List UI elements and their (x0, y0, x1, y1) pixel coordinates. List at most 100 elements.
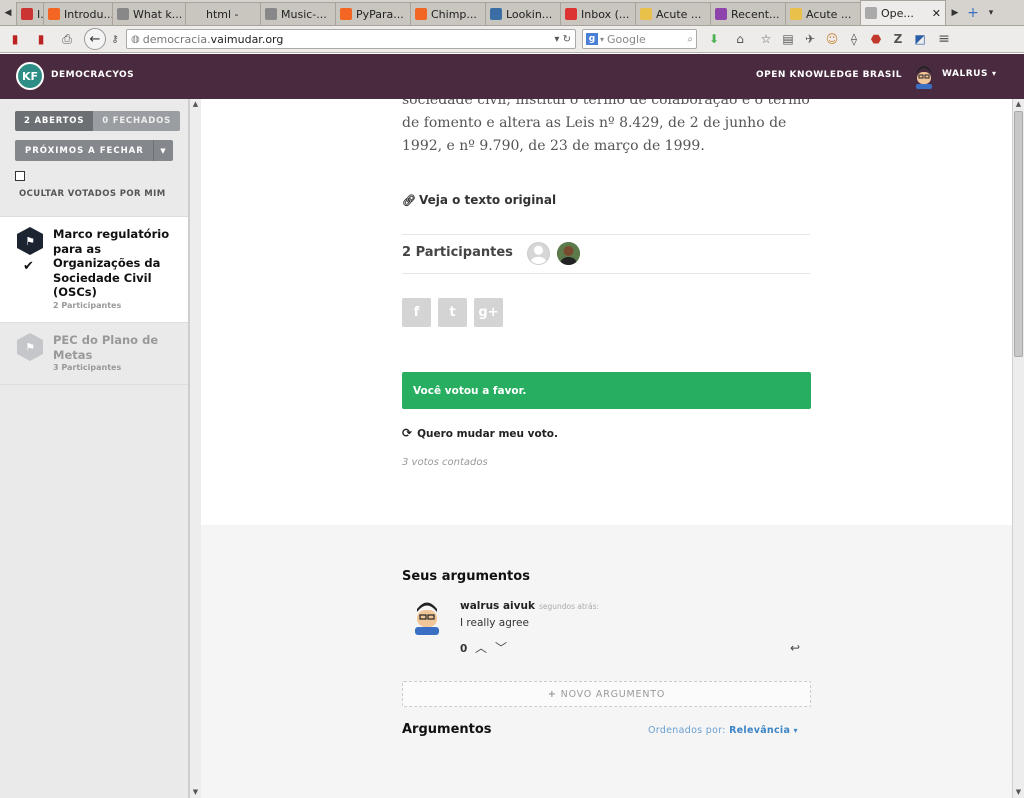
topic-title: PEC do Plano de Metas (53, 333, 159, 362)
scroll-up-icon[interactable]: ▲ (190, 99, 201, 110)
menu-icon[interactable]: ≡ (933, 28, 955, 50)
browser-tab[interactable]: Chimp... (410, 2, 486, 25)
filter-tabs: 2 ABERTOS 0 FECHADOS (15, 111, 181, 131)
gplus-icon: g+ (478, 305, 499, 320)
divider (402, 273, 810, 274)
share-facebook-button[interactable]: f (402, 298, 431, 327)
globe-icon: ◍ (131, 33, 140, 45)
change-vote-link[interactable]: ⟳ Quero mudar meu voto. (402, 426, 558, 440)
tab-list-icon[interactable]: ▾ (983, 1, 999, 25)
extension-face-icon[interactable]: ☺ (821, 28, 843, 50)
tab-favicon-icon (715, 8, 727, 20)
zotero-icon[interactable]: Z (887, 28, 909, 50)
original-text-link[interactable]: 🔗︎ Veja o texto original (402, 193, 556, 207)
tab-label: Recent... (731, 7, 780, 21)
democracyos-logo-icon[interactable]: KF (16, 62, 44, 90)
extension-chart-icon[interactable]: ⟠ (843, 28, 865, 50)
new-argument-button[interactable]: + NOVO ARGUMENTO (402, 681, 811, 707)
participant-avatar-default[interactable] (527, 242, 550, 265)
extension-bird-icon[interactable]: ✈ (799, 28, 821, 50)
url-host: vaimudar.org (210, 32, 284, 46)
tab-close-icon[interactable]: ✕ (928, 7, 941, 20)
upvote-icon[interactable]: ︿ (475, 639, 487, 656)
magnifier-icon[interactable]: ⌕ (687, 34, 693, 45)
vote-status-banner: Você votou a favor. (402, 372, 811, 409)
tab-favicon-icon (117, 8, 129, 20)
sort-dropdown[interactable]: Ordenados por: Relevância ▾ (648, 725, 798, 736)
hide-voted-checkbox[interactable] (15, 171, 25, 181)
browser-tab[interactable]: I... (16, 2, 44, 25)
participant-avatar-photo[interactable] (557, 242, 580, 265)
topic-title: Marco regulatório para as Organizações d… (53, 227, 170, 299)
bookmark-red-icon[interactable]: ▮ (4, 28, 26, 50)
browser-tab[interactable]: Acute ... (785, 2, 861, 25)
tab-closed[interactable]: 0 FECHADOS (93, 111, 181, 131)
share-twitter-button[interactable]: t (438, 298, 467, 327)
topic-item-osc[interactable]: ⚑ ✔ Marco regulatório para as Organizaçõ… (0, 216, 188, 322)
browser-tab[interactable]: Lookin... (485, 2, 561, 25)
tab-favicon-icon (415, 8, 427, 20)
browser-tab[interactable]: PyPara... (335, 2, 411, 25)
tab-open[interactable]: 2 ABERTOS (15, 111, 94, 131)
brand-name[interactable]: DEMOCRACYOS (51, 70, 134, 80)
bookmarks-icon[interactable]: ▤ (777, 28, 799, 50)
hide-voted-label[interactable]: OCULTAR VOTADOS POR MIM (19, 189, 166, 199)
new-argument-label: NOVO ARGUMENTO (560, 688, 666, 700)
reader-icon[interactable]: ⎙ (56, 28, 78, 50)
sidebar-scrollbar[interactable]: ▲ ▼ (189, 99, 201, 798)
browser-tab-bar: ◀ I... Introdu... What k... html - Music-...… (0, 0, 1024, 26)
search-engine-caret-icon[interactable]: ▾ (600, 35, 604, 44)
browser-tab[interactable]: Inbox (... (560, 2, 636, 25)
user-menu[interactable]: WALRUS ▾ (942, 69, 996, 79)
browser-tab[interactable]: Introdu... (43, 2, 113, 25)
user-caret-icon: ▾ (991, 69, 997, 78)
url-bar[interactable]: ◍ democracia. vaimudar.org ▾ ↻ (126, 29, 576, 49)
extension-squares-icon[interactable]: ◩ (909, 28, 931, 50)
law-text: sociedade civil; institui o termo de col… (402, 99, 810, 154)
tab-favicon-icon (340, 8, 352, 20)
tab-favicon-icon (640, 8, 652, 20)
browser-tab[interactable]: Recent... (710, 2, 786, 25)
tab-favicon-icon (190, 8, 202, 20)
sort-label: Ordenados por: (648, 725, 726, 736)
argument-author-name: walrus aivuk (460, 600, 535, 612)
adblock-icon[interactable]: ⬣ (865, 28, 887, 50)
argument-author[interactable]: walrus aivuk segundos atrás: (460, 600, 599, 612)
home-icon[interactable]: ⌂ (729, 28, 751, 50)
topic-participants: 3 Participantes (53, 363, 122, 372)
downvote-icon[interactable]: ﹀ (495, 639, 507, 656)
search-bar[interactable]: g ▾ Google ⌕ (582, 29, 697, 49)
main-scrollbar[interactable]: ▲ ▼ (1012, 99, 1024, 798)
google-icon: g (586, 33, 598, 45)
identity-icon[interactable]: ⚷ (106, 28, 124, 50)
browser-tab[interactable]: Ope... ✕ (860, 0, 946, 25)
closing-soon-button[interactable]: PRÓXIMOS A FECHAR ▼ (15, 140, 173, 161)
reply-icon[interactable]: ↩ (790, 641, 800, 655)
scroll-thumb[interactable] (1014, 111, 1023, 357)
topic-item-pec[interactable]: ⚑ PEC do Plano de Metas 3 Participantes (0, 322, 188, 385)
browser-tab[interactable]: Music-... (260, 2, 336, 25)
browser-tab[interactable]: What k... (112, 2, 186, 25)
topic-participants: 2 Participantes (53, 301, 122, 310)
user-avatar[interactable] (913, 63, 935, 89)
sidebar: 2 ABERTOS 0 FECHADOS PRÓXIMOS A FECHAR ▼… (0, 99, 189, 798)
topic-hexagon-icon: ⚑ (17, 227, 43, 255)
pocket-icon[interactable]: ▮ (30, 28, 52, 50)
star-icon[interactable]: ☆ (755, 28, 777, 50)
back-arrow-icon: ← (89, 31, 101, 47)
scroll-down-icon[interactable]: ▼ (190, 787, 201, 798)
argument-author-avatar[interactable] (412, 599, 442, 635)
search-input[interactable]: Google (607, 33, 646, 46)
scroll-down-icon[interactable]: ▼ (1013, 787, 1024, 798)
url-dropdown-icon[interactable]: ▾ ↻ (554, 34, 571, 45)
back-button[interactable]: ← (84, 28, 106, 50)
share-gplus-button[interactable]: g+ (474, 298, 503, 327)
download-icon[interactable]: ⬇ (703, 28, 725, 50)
scroll-up-icon[interactable]: ▲ (1013, 99, 1024, 110)
new-tab-icon[interactable]: + (963, 1, 983, 25)
browser-tab[interactable]: Acute ... (635, 2, 711, 25)
org-name[interactable]: OPEN KNOWLEDGE BRASIL (756, 70, 902, 80)
tab-scroll-right-icon[interactable]: ▶ (947, 1, 963, 25)
browser-tab[interactable]: html - (185, 2, 261, 25)
tab-scroll-left-icon[interactable]: ◀ (0, 1, 16, 25)
